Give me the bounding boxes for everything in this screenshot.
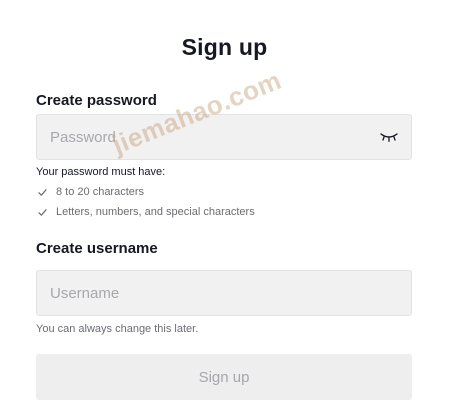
signup-page: Sign up Create password Your password mu… [0,0,459,413]
password-input[interactable] [37,115,411,159]
username-input[interactable] [37,271,411,315]
username-field-container [36,270,412,316]
username-label: Create username [36,240,158,257]
page-title: Sign up [181,34,268,60]
password-label: Create password [36,92,157,109]
password-requirements-heading: Your password must have: [36,166,166,178]
check-icon [38,208,47,217]
password-requirement-length: 8 to 20 characters [38,186,144,198]
check-icon [38,188,47,197]
password-field-container [36,114,412,160]
requirement-text: Letters, numbers, and special characters [56,206,255,218]
password-requirement-characters: Letters, numbers, and special characters [38,206,255,218]
username-helper-text: You can always change this later. [36,323,199,335]
eye-closed-icon[interactable] [379,129,399,145]
signup-button[interactable]: Sign up [36,354,412,400]
requirement-text: 8 to 20 characters [56,186,145,198]
